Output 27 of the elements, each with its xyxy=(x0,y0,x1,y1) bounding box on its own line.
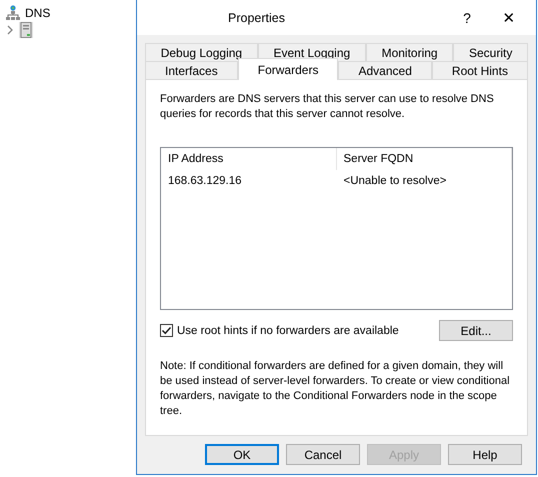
forwarders-list[interactable]: IP Address Server FQDN 168.63.129.16 <Unable to resolve> xyxy=(160,147,513,310)
expand-chevron-icon[interactable] xyxy=(6,24,14,34)
tab[interactable]: Interfaces xyxy=(145,61,238,79)
window-title: Properties xyxy=(228,10,286,24)
dialog-button[interactable]: Help xyxy=(448,444,522,465)
tab[interactable]: Forwarders xyxy=(238,58,338,80)
tab[interactable]: Root Hints xyxy=(432,61,528,79)
checkbox-label: Use root hints if no forwarders are available xyxy=(177,324,399,336)
description-text: Forwarders are DNS servers that this server can use to resolve DNS queries for records that this server cannot resolve. xyxy=(160,92,495,122)
column-header[interactable]: IP Address xyxy=(161,148,336,170)
note-text: Note: If conditional forwarders are defined for a given domain, they will be used instead of server-level forwarders. To create or view conditional forwarders, navigate to the Conditional Forwarders node in the scope tree. xyxy=(160,359,511,419)
checkbox[interactable] xyxy=(160,324,173,337)
tab[interactable]: Debug Logging xyxy=(145,43,258,61)
table-cell-text: <Unable to resolve> xyxy=(342,174,448,186)
dialog-button[interactable]: Cancel xyxy=(286,444,360,465)
server-icon[interactable] xyxy=(19,22,33,38)
help-button[interactable]: ? xyxy=(446,2,488,32)
edit-button[interactable]: Edit... xyxy=(439,320,513,341)
tab[interactable]: Advanced xyxy=(338,61,432,79)
table-cell-text: 168.63.129.16 xyxy=(167,174,243,186)
close-button[interactable]: ✕ xyxy=(488,2,530,32)
column-header[interactable]: Server FQDN xyxy=(336,148,512,170)
tab[interactable]: Security xyxy=(453,43,528,61)
tree-item[interactable]: DNS xyxy=(25,6,50,20)
tab[interactable]: Monitoring xyxy=(366,43,454,61)
dialog-button[interactable]: OK xyxy=(205,444,279,465)
dns-server-icon xyxy=(6,4,20,20)
